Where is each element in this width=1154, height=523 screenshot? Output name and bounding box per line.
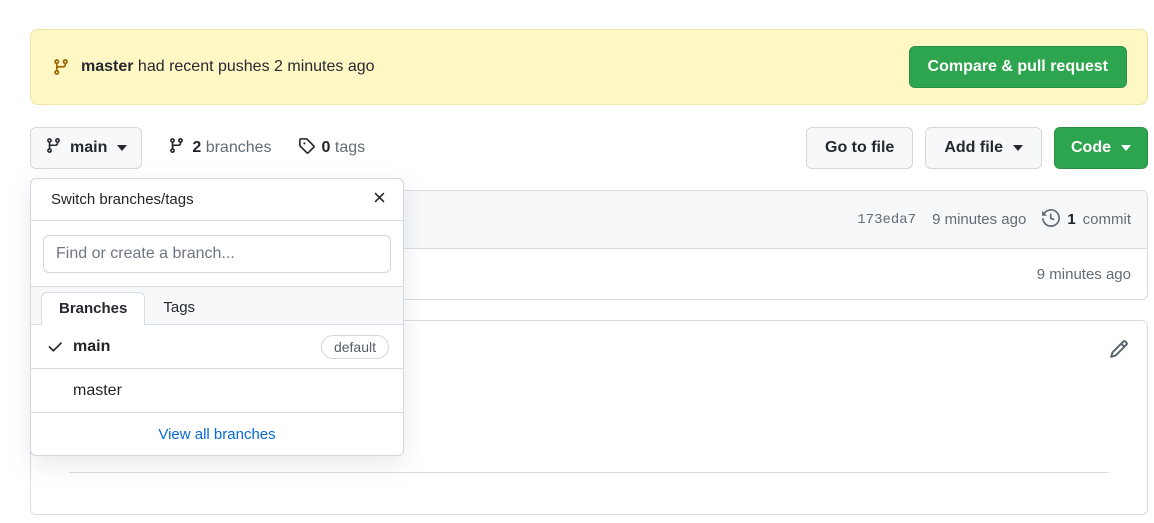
recent-push-suffix: had recent pushes 2 minutes ago [133,58,374,75]
status-badge: default [321,335,389,359]
commit-count-value: 1 [1067,211,1075,228]
latest-commit-meta: 173eda7 9 minutes ago 1 commit [857,209,1131,231]
dropdown-title: Switch branches/tags [51,191,194,208]
code-label: Code [1071,139,1111,157]
commit-sha[interactable]: 173eda7 [857,212,916,228]
branch-name: master [73,382,122,400]
list-item[interactable]: main default [31,325,403,369]
branches-count-label: branches [201,139,271,156]
branches-count-value: 2 [192,139,201,156]
git-branch-icon [52,58,70,76]
file-commit-age: 9 minutes ago [1037,266,1131,283]
add-file-label: Add file [944,139,1003,157]
tags-count-text: 0 tags [322,139,366,157]
tag-icon [298,137,315,159]
toolbar-actions: Go to file Add file Code [806,127,1148,169]
recent-push-message-group: master had recent pushes 2 minutes ago [52,56,909,78]
close-icon[interactable] [371,189,388,210]
go-to-file-label: Go to file [825,139,894,157]
git-branch-icon [45,137,62,159]
list-item[interactable]: master [31,369,403,413]
pencil-icon[interactable] [1109,339,1129,364]
git-branch-icon [168,137,185,159]
recent-push-banner: master had recent pushes 2 minutes ago C… [30,29,1148,105]
check-icon [47,338,73,355]
go-to-file-button[interactable]: Go to file [806,127,913,169]
commit-count-label: commit [1083,211,1131,228]
view-all-branches-link[interactable]: View all branches [31,413,403,455]
tab-branches[interactable]: Branches [41,292,145,325]
branches-count-link[interactable]: 2 branches [168,137,271,159]
branch-search-input[interactable] [43,235,391,273]
recent-push-branch-name: master [81,58,133,75]
tags-count-label: tags [330,139,365,156]
dropdown-header: Switch branches/tags [31,179,403,221]
add-file-button[interactable]: Add file [925,127,1042,169]
branch-name: main [73,338,110,356]
repo-toolbar: main 2 branches 0 tags Go to file [30,127,1148,169]
compare-pull-request-button[interactable]: Compare & pull request [909,46,1127,88]
commit-count-link[interactable]: 1 commit [1042,209,1131,231]
tags-count-link[interactable]: 0 tags [298,137,366,159]
branch-switch-dropdown: Switch branches/tags Branches Tags main … [30,178,404,456]
readme-divider [69,472,1109,473]
chevron-down-icon [117,145,127,151]
chevron-down-icon [1013,145,1023,151]
history-icon [1042,209,1060,231]
code-button[interactable]: Code [1054,127,1148,169]
branch-selector-label: main [70,139,107,157]
tab-tags[interactable]: Tags [145,291,213,324]
chevron-down-icon [1121,145,1131,151]
branch-selector-button[interactable]: main [30,127,142,169]
branches-count-text: 2 branches [192,139,271,157]
dropdown-tabs: Branches Tags [31,287,403,325]
recent-push-text: master had recent pushes 2 minutes ago [81,56,375,78]
commit-age: 9 minutes ago [932,211,1026,228]
repo-page: master had recent pushes 2 minutes ago C… [0,0,1154,523]
dropdown-search-area [31,221,403,287]
